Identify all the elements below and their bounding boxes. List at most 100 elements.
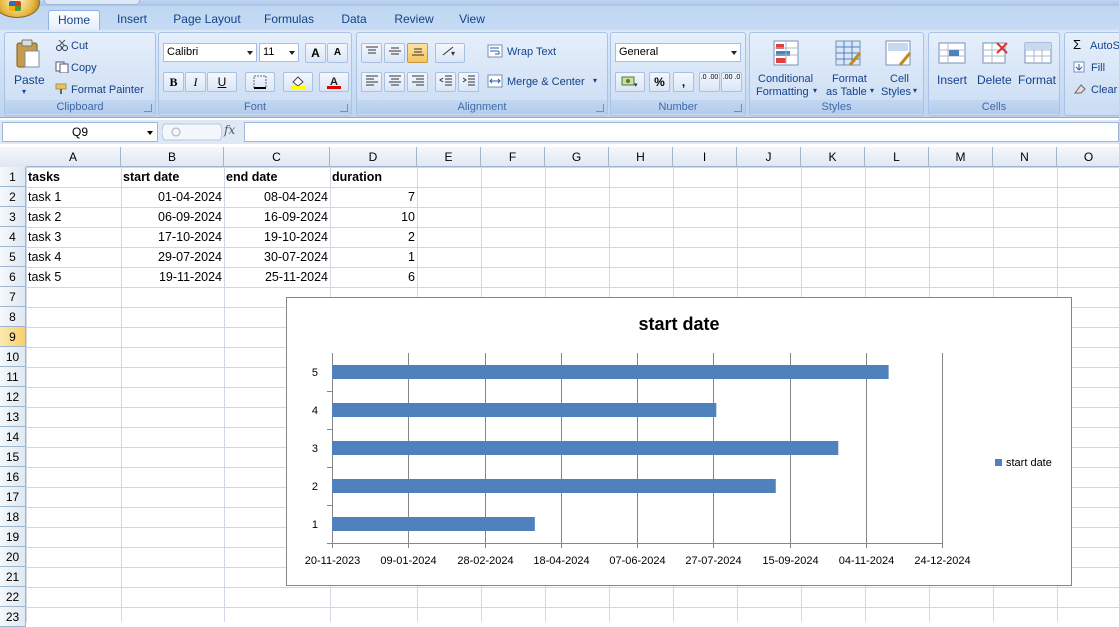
conditional-formatting-label[interactable]: Formatting bbox=[756, 86, 809, 98]
percent-button[interactable]: % bbox=[649, 72, 670, 92]
tab-review[interactable]: Review bbox=[388, 10, 440, 30]
merge-center-icon[interactable] bbox=[487, 74, 503, 91]
fill-icon[interactable] bbox=[1073, 61, 1085, 76]
format-cells-icon[interactable] bbox=[1023, 39, 1053, 72]
merge-dropdown-icon[interactable]: ▾ bbox=[593, 76, 597, 85]
align-middle-button[interactable] bbox=[384, 43, 405, 63]
tab-home[interactable]: Home bbox=[48, 10, 100, 30]
cell-d2[interactable]: 7 bbox=[330, 187, 417, 207]
cell-styles-button[interactable]: Cell bbox=[890, 73, 909, 85]
chart[interactable]: start date 20-11-2023 09-01-2024 28-02-202… bbox=[286, 297, 1072, 586]
align-center-button[interactable] bbox=[384, 72, 405, 92]
font-size-combo[interactable]: 11 bbox=[259, 43, 299, 62]
cell-c4[interactable]: 19-10-2024 bbox=[224, 227, 330, 247]
align-top-button[interactable] bbox=[361, 43, 382, 63]
cell-styles-icon[interactable] bbox=[884, 39, 914, 72]
autosum-icon[interactable]: Σ bbox=[1073, 37, 1081, 52]
tab-insert[interactable]: Insert bbox=[110, 10, 154, 30]
tab-formulas[interactable]: Formulas bbox=[258, 10, 320, 30]
italic-button[interactable]: I bbox=[185, 72, 206, 92]
cell-b3[interactable]: 06-09-2024 bbox=[121, 207, 224, 227]
quick-access-toolbar[interactable] bbox=[44, 0, 140, 5]
cell-b4[interactable]: 17-10-2024 bbox=[121, 227, 224, 247]
font-launcher-icon[interactable] bbox=[340, 104, 348, 112]
cell-d5[interactable]: 1 bbox=[330, 247, 417, 267]
merge-center-button[interactable]: Merge & Center bbox=[507, 76, 585, 88]
number-launcher-icon[interactable] bbox=[734, 104, 742, 112]
conditional-formatting-button[interactable]: Conditional bbox=[758, 73, 813, 85]
fill-color-button[interactable] bbox=[283, 72, 313, 92]
format-as-table-icon[interactable] bbox=[834, 39, 864, 72]
cut-icon[interactable] bbox=[55, 39, 69, 54]
name-box[interactable]: Q9 bbox=[2, 122, 158, 142]
underline-button[interactable]: U bbox=[207, 72, 237, 92]
cell-b2[interactable]: 01-04-2024 bbox=[121, 187, 224, 207]
delete-cells-icon[interactable] bbox=[981, 39, 1011, 72]
conditional-dropdown-icon[interactable]: ▾ bbox=[813, 86, 817, 95]
cut-button[interactable]: Cut bbox=[71, 40, 88, 52]
wrap-text-button[interactable]: Wrap Text bbox=[507, 46, 556, 58]
cell-d1[interactable]: duration bbox=[330, 167, 417, 187]
paste-icon[interactable] bbox=[15, 39, 41, 69]
cell-b5[interactable]: 29-07-2024 bbox=[121, 247, 224, 267]
cell-c2[interactable]: 08-04-2024 bbox=[224, 187, 330, 207]
insert-function-icon[interactable]: fx bbox=[224, 123, 235, 137]
currency-button[interactable]: ▾ bbox=[615, 72, 645, 92]
tab-data[interactable]: Data bbox=[334, 10, 374, 30]
cell-d6[interactable]: 6 bbox=[330, 267, 417, 287]
copy-icon[interactable] bbox=[55, 61, 69, 76]
clear-button[interactable]: Clear bbox=[1091, 84, 1117, 96]
format-as-table-button[interactable]: Format bbox=[832, 73, 867, 85]
insert-cells-icon[interactable] bbox=[937, 39, 967, 72]
cell-a1[interactable]: tasks bbox=[26, 167, 121, 187]
cell-c5[interactable]: 30-07-2024 bbox=[224, 247, 330, 267]
cell-c6[interactable]: 25-11-2024 bbox=[224, 267, 330, 287]
wrap-text-icon[interactable] bbox=[487, 44, 503, 61]
format-painter-icon[interactable] bbox=[55, 83, 69, 98]
decrease-decimal-button[interactable]: .00 .0 bbox=[721, 72, 742, 92]
shrink-font-button[interactable]: A bbox=[327, 43, 348, 63]
autosum-button[interactable]: AutoS bbox=[1090, 40, 1119, 52]
number-format-combo[interactable]: General bbox=[615, 43, 741, 62]
format-painter-button[interactable]: Format Painter bbox=[71, 84, 144, 96]
conditional-formatting-icon[interactable] bbox=[772, 39, 802, 72]
cell-a2[interactable]: task 1 bbox=[26, 187, 121, 207]
cell-b6[interactable]: 19-11-2024 bbox=[121, 267, 224, 287]
cell-styles-label[interactable]: Styles bbox=[881, 86, 911, 98]
cell-b1[interactable]: start date bbox=[121, 167, 224, 187]
cell-d4[interactable]: 2 bbox=[330, 227, 417, 247]
align-bottom-button[interactable] bbox=[407, 43, 428, 63]
cell-a4[interactable]: task 3 bbox=[26, 227, 121, 247]
clipboard-launcher-icon[interactable] bbox=[144, 104, 152, 112]
alignment-launcher-icon[interactable] bbox=[596, 104, 604, 112]
increase-decimal-button[interactable]: .0 .00 bbox=[699, 72, 720, 92]
delete-cells-button[interactable]: Delete bbox=[977, 73, 1012, 87]
font-name-combo[interactable]: Calibri bbox=[163, 43, 257, 62]
cell-styles-dropdown-icon[interactable]: ▾ bbox=[913, 86, 917, 95]
insert-cells-button[interactable]: Insert bbox=[937, 73, 967, 87]
format-cells-button[interactable]: Format bbox=[1018, 73, 1056, 87]
bold-button[interactable]: B bbox=[163, 72, 184, 92]
borders-button[interactable] bbox=[245, 72, 275, 92]
formula-input[interactable] bbox=[244, 122, 1119, 142]
align-right-button[interactable] bbox=[407, 72, 428, 92]
comma-button[interactable]: , bbox=[673, 72, 694, 92]
decrease-indent-button[interactable] bbox=[435, 72, 456, 92]
cell-d3[interactable]: 10 bbox=[330, 207, 417, 227]
cell-a6[interactable]: task 5 bbox=[26, 267, 121, 287]
copy-button[interactable]: Copy bbox=[71, 62, 97, 74]
cell-a3[interactable]: task 2 bbox=[26, 207, 121, 227]
clear-icon[interactable] bbox=[1073, 83, 1087, 98]
align-left-button[interactable] bbox=[361, 72, 382, 92]
paste-button[interactable]: Paste bbox=[14, 73, 45, 87]
table-dropdown-icon[interactable]: ▾ bbox=[870, 86, 874, 95]
cell-c3[interactable]: 16-09-2024 bbox=[224, 207, 330, 227]
cell-a5[interactable]: task 4 bbox=[26, 247, 121, 267]
cell-c1[interactable]: end date bbox=[224, 167, 330, 187]
increase-indent-button[interactable] bbox=[458, 72, 479, 92]
grow-font-button[interactable]: A bbox=[305, 43, 326, 63]
format-as-table-label[interactable]: as Table bbox=[826, 86, 867, 98]
tab-view[interactable]: View bbox=[452, 10, 492, 30]
fill-button[interactable]: Fill bbox=[1091, 62, 1105, 74]
orientation-button[interactable]: ▾ bbox=[435, 43, 465, 63]
